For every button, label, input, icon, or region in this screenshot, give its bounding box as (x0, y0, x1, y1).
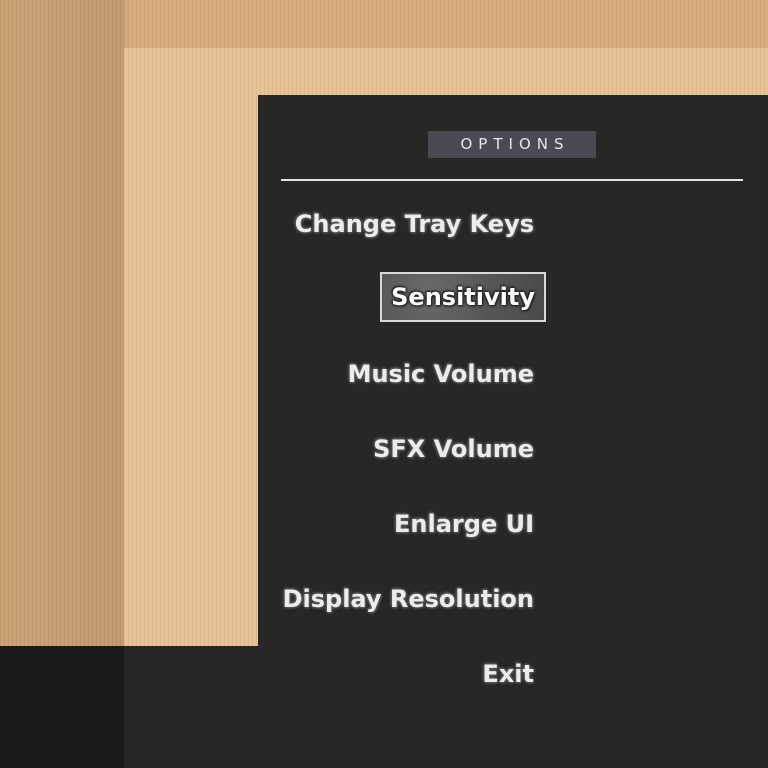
wood-tray-rim (124, 0, 768, 48)
menu-item-sensitivity[interactable]: Sensitivity (380, 272, 546, 322)
options-panel: OPTIONS Change Tray Keys Sensitivity Mus… (258, 95, 768, 768)
menu-item-enlarge-ui[interactable]: Enlarge UI (394, 510, 534, 538)
menu-item-change-tray-keys[interactable]: Change Tray Keys (295, 210, 534, 238)
menu-item-exit[interactable]: Exit (482, 660, 534, 688)
menu-item-music-volume[interactable]: Music Volume (348, 360, 534, 388)
wood-shadow (0, 0, 124, 646)
game-scene: OPTIONS Change Tray Keys Sensitivity Mus… (0, 0, 768, 768)
menu-item-display-resolution[interactable]: Display Resolution (283, 585, 534, 613)
title-divider (281, 179, 743, 181)
menu-item-sfx-volume[interactable]: SFX Volume (373, 435, 534, 463)
options-title: OPTIONS (428, 131, 596, 158)
floor-dark (0, 646, 124, 768)
